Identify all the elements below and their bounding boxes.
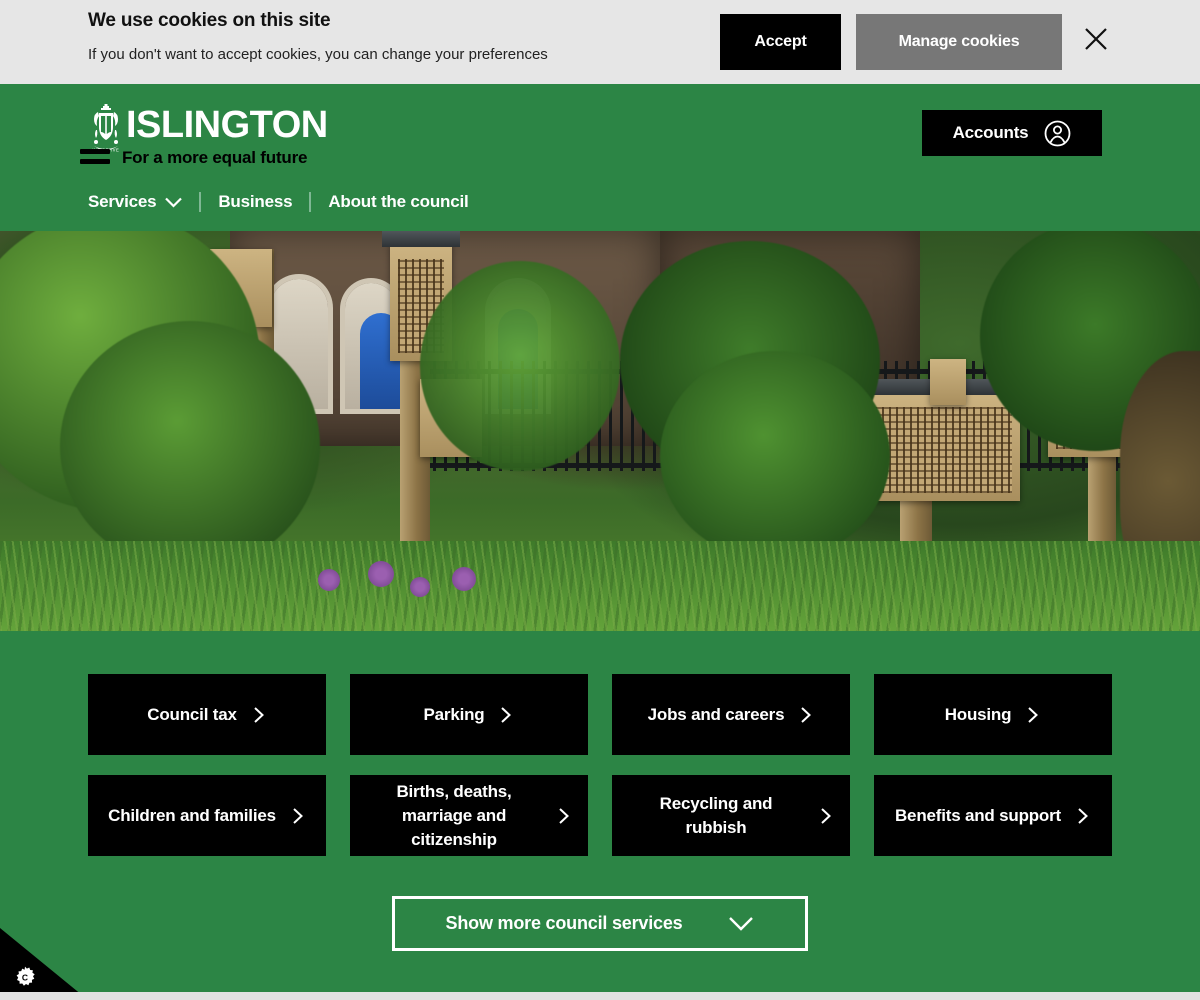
service-label: Housing [944,704,1012,724]
main-navigation: Services Business About the council [88,192,469,212]
cookie-banner-text: We use cookies on this site If you don't… [88,10,548,63]
service-label: Parking [423,704,485,724]
close-icon[interactable] [1080,23,1112,55]
council-services-grid: Council tax Parking Jobs and careers Hou… [88,674,1112,856]
user-account-icon [1045,120,1071,146]
service-label: Council tax [147,704,237,724]
chevron-right-icon [801,706,812,723]
service-button-benefits-and-support[interactable]: Benefits and support [874,775,1112,856]
service-button-children-and-families[interactable]: Children and families [88,775,326,856]
islington-council-homepage: We use cookies on this site If you don't… [0,0,1200,1000]
nav-label-about: About the council [328,192,469,211]
service-label: Births, deaths, marriage and citizenship [396,781,512,849]
accounts-button[interactable]: Accounts [922,110,1102,156]
chevron-right-icon [821,807,831,824]
nav-separator [199,192,202,212]
service-button-council-tax[interactable]: Council tax [88,674,326,755]
nav-item-services[interactable]: Services [88,192,183,212]
nav-item-business[interactable]: Business [218,192,292,212]
cookie-settings-widget[interactable]: C [0,928,88,1000]
accept-cookies-button[interactable]: Accept [720,14,841,70]
cookie-banner-subtitle: If you don't want to accept cookies, you… [88,46,548,63]
cookie-consent-banner: We use cookies on this site If you don't… [0,0,1200,84]
chevron-down-icon [729,916,754,931]
service-button-jobs-and-careers[interactable]: Jobs and careers [612,674,850,755]
show-more-label: Show more council services [445,913,683,933]
show-more-council-services-button[interactable]: Show more council services [392,896,808,951]
chevron-right-icon [254,706,264,723]
hero-banner: Pay for it Council tax, business rates, … [0,231,1200,631]
manage-cookies-button[interactable]: Manage cookies [856,14,1062,70]
accounts-label: Accounts [952,123,1029,142]
hero-photo [0,231,1200,631]
service-label: Children and families [108,805,276,825]
site-logo[interactable]: WE SERVE ISLINGTON For a more equal futu… [80,104,328,168]
chevron-down-icon [165,197,183,208]
nav-separator [309,192,312,212]
chevron-right-icon [293,807,303,824]
service-button-parking[interactable]: Parking [350,674,588,755]
service-button-recycling-and-rubbish[interactable]: Recycling and rubbish [612,775,850,856]
service-button-housing[interactable]: Housing [874,674,1112,755]
bottom-strip [0,992,1200,1000]
chevron-right-icon [1078,807,1088,824]
chevron-right-icon [1028,706,1039,723]
nav-label-business: Business [218,192,293,211]
cookie-banner-title: We use cookies on this site [88,10,331,31]
chevron-right-icon [559,807,569,824]
nav-label-services: Services [88,192,157,211]
logo-wordmark: ISLINGTON For a more equal future [80,104,328,168]
services-row-2: Children and families Births, deaths, ma… [88,775,1112,856]
service-label: Recycling and rubbish [659,793,773,837]
svg-text:C: C [22,973,28,983]
equals-icon [80,149,110,167]
service-label: Jobs and careers [647,704,785,724]
services-row-1: Council tax Parking Jobs and careers Hou… [88,674,1112,755]
logo-tagline: For a more equal future [122,148,308,167]
site-header: WE SERVE ISLINGTON For a more equal futu… [0,84,1200,296]
nav-item-about-the-council[interactable]: About the council [328,192,468,212]
service-label: Benefits and support [894,805,1061,825]
logo-name: ISLINGTON [126,104,328,146]
service-button-births-deaths-marriage-and-citizenship[interactable]: Births, deaths, marriage and citizenship [350,775,588,856]
chevron-right-icon [501,706,512,723]
cookie-settings-icon: C [16,966,35,986]
